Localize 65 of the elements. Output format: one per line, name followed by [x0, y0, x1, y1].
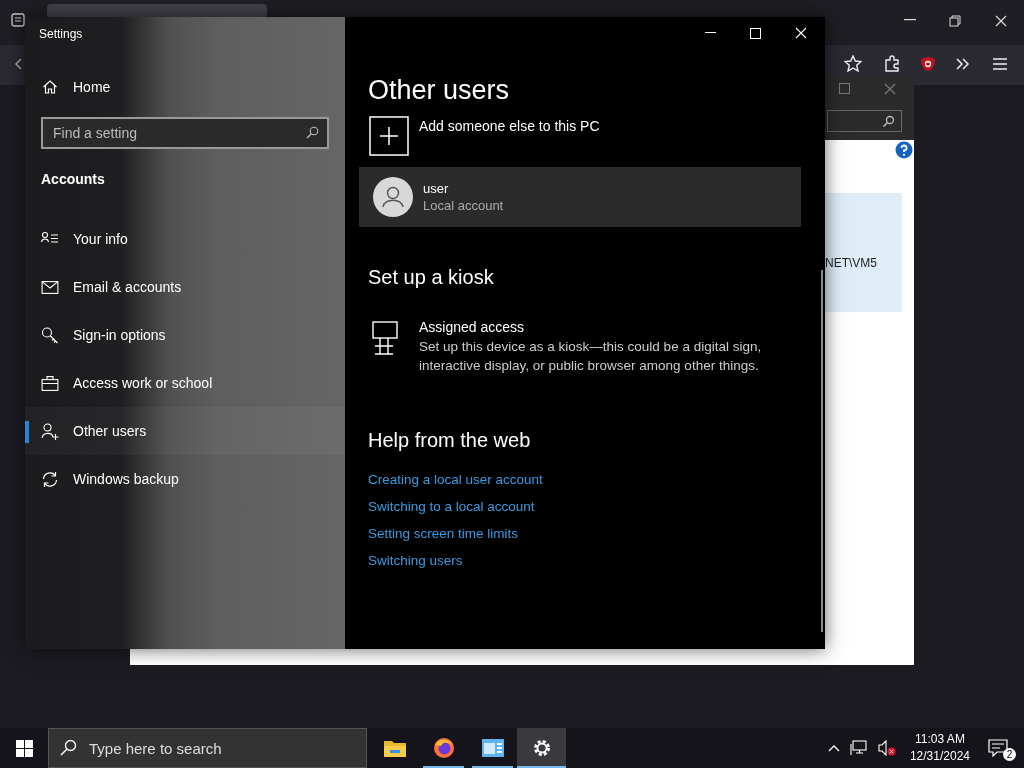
help-link[interactable]: Switching users: [368, 547, 463, 574]
kiosk-icon: [372, 321, 398, 355]
back-icon[interactable]: [14, 58, 22, 70]
notification-icon: [988, 739, 1008, 757]
menu-icon[interactable]: [993, 58, 1007, 70]
nav-item[interactable]: Windows backup: [25, 455, 345, 503]
clock[interactable]: 11:03 AM 12/31/2024: [909, 731, 970, 765]
search-field[interactable]: [827, 110, 902, 132]
chevron-up-icon[interactable]: [827, 744, 840, 752]
folder-icon: [383, 739, 406, 757]
notifications-button[interactable]: 2: [988, 735, 1014, 761]
user-account-item[interactable]: user Local account: [359, 167, 801, 227]
network-icon[interactable]: [849, 740, 868, 756]
assigned-access-item[interactable]: Assigned access Set up this device as a kiosk—this could be a digital sign, interactive display, or public browser among other things.: [368, 317, 802, 375]
star-icon[interactable]: [844, 55, 862, 72]
notification-count: 2: [1003, 748, 1016, 761]
shield-extension-icon[interactable]: [920, 56, 936, 72]
scrollbar[interactable]: [821, 270, 823, 632]
help-link[interactable]: Switching to a local account: [368, 493, 535, 520]
home-link[interactable]: Home: [42, 79, 345, 95]
search-field[interactable]: Type here to search: [48, 728, 367, 768]
muted-speaker-icon[interactable]: [877, 740, 896, 756]
help-icon[interactable]: [895, 141, 913, 159]
help-link[interactable]: Creating a local user account: [368, 466, 543, 493]
nav-item[interactable]: Sign-in options: [25, 311, 345, 359]
sidebar-icon[interactable]: [11, 13, 25, 27]
envelope-icon: [41, 280, 59, 294]
person-add-icon: [41, 422, 59, 440]
home-icon: [42, 79, 58, 95]
window-title: Settings: [39, 27, 84, 41]
nav-item[interactable]: Access work or school: [25, 359, 345, 407]
window-app-icon: [481, 739, 504, 757]
key-icon: [41, 326, 59, 344]
nav-item[interactable]: Email & accounts: [25, 263, 345, 311]
section-heading: Help from the web: [368, 428, 532, 453]
assigned-access-title: Assigned access: [419, 318, 526, 337]
browser-tab[interactable]: [47, 4, 267, 18]
help-link[interactable]: Setting screen time limits: [368, 520, 519, 547]
account-type: Local account: [423, 198, 504, 213]
nav-item[interactable]: Other users: [25, 407, 345, 455]
user-name: user: [423, 181, 450, 196]
sync-icon: [41, 470, 59, 488]
briefcase-icon: [41, 375, 59, 391]
nav-item[interactable]: Your info: [25, 215, 345, 263]
search-field[interactable]: Find a setting: [41, 117, 329, 149]
plus-icon: [369, 116, 409, 156]
search-icon: [60, 739, 77, 756]
restore-icon[interactable]: [949, 15, 961, 27]
chevrons-icon[interactable]: [956, 58, 970, 70]
section-heading: Accounts: [41, 171, 106, 187]
puzzle-icon[interactable]: [884, 55, 901, 72]
start-icon[interactable]: [16, 739, 33, 757]
minimize-icon[interactable]: [904, 19, 916, 21]
page-heading: Other users: [368, 74, 511, 107]
taskbar-app[interactable]: [517, 728, 566, 768]
account-path-text: NET\VM5: [825, 256, 877, 270]
avatar-icon: [373, 177, 413, 217]
browser-icon: [432, 737, 455, 759]
section-heading: Set up a kiosk: [368, 265, 495, 290]
minimize-icon[interactable]: [705, 32, 716, 34]
add-user-button[interactable]: Add someone else to this PC: [368, 115, 601, 157]
search-icon: [882, 114, 895, 128]
gear-icon: [531, 738, 552, 758]
assigned-access-description: Set up this device as a kiosk—this could be a digital sign, interactive display, or public browser among other things.: [419, 338, 763, 375]
search-icon: [306, 126, 319, 139]
